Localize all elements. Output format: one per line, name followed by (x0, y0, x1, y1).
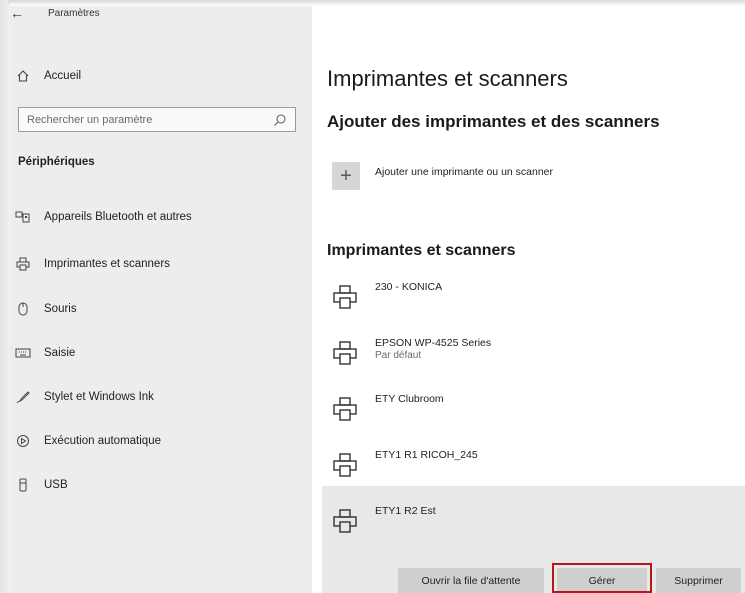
home-icon (12, 68, 34, 84)
sidebar-item-autoplay[interactable]: Exécution automatique (12, 433, 161, 449)
printer-list-item[interactable]: EPSON WP-4525 Series Par défaut (327, 328, 727, 378)
mouse-icon (12, 301, 34, 317)
sidebar-item-label: Exécution automatique (44, 435, 161, 447)
printer-icon (333, 285, 357, 309)
printer-name: ETY1 R1 RICOH_245 (375, 449, 478, 461)
printer-list-item[interactable]: ETY Clubroom (327, 384, 727, 434)
manage-button-highlight (552, 563, 652, 593)
printer-status: Par défaut (375, 350, 422, 361)
printer-icon (333, 341, 357, 365)
printer-list-title: Imprimantes et scanners (327, 242, 516, 259)
search-icon[interactable] (273, 113, 287, 127)
printer-list-item-selected[interactable]: ETY1 R2 Est (327, 496, 727, 546)
sidebar-item-label: Appareils Bluetooth et autres (44, 211, 192, 223)
section-title: Périphériques (18, 156, 95, 168)
printer-name: ETY1 R2 Est (375, 505, 436, 517)
printer-name: 230 - KONICA (375, 281, 443, 293)
add-section-title: Ajouter des imprimantes et des scanners (327, 112, 660, 131)
add-printer-label[interactable]: Ajouter une imprimante ou un scanner (375, 166, 553, 178)
pen-icon (12, 389, 34, 405)
printer-name: EPSON WP-4525 Series (375, 337, 492, 349)
open-queue-button[interactable]: Ouvrir la file d'attente (398, 568, 544, 593)
printer-list-item[interactable]: ETY1 R1 RICOH_245 (327, 440, 727, 490)
window-title: Paramètres (48, 7, 100, 19)
printer-icon (333, 509, 357, 533)
search-input[interactable] (27, 113, 267, 126)
plus-icon: + (340, 164, 352, 187)
sidebar-item-label: USB (44, 479, 68, 491)
sidebar-item-label: Saisie (44, 347, 76, 359)
printer-list-item[interactable]: 230 - KONICA (327, 272, 727, 322)
page-title: Imprimantes et scanners (327, 66, 568, 91)
sidebar-item-bluetooth[interactable]: Appareils Bluetooth et autres (12, 209, 192, 225)
sidebar-item-usb[interactable]: USB (12, 477, 68, 493)
usb-icon (12, 477, 34, 493)
sidebar-item-label: Accueil (44, 70, 82, 82)
printer-name: ETY Clubroom (375, 393, 444, 405)
printer-icon (333, 397, 357, 421)
sidebar-item-printers[interactable]: Imprimantes et scanners (12, 256, 170, 272)
keyboard-icon (12, 345, 34, 361)
sidebar-item-label: Souris (44, 303, 77, 315)
add-printer-button[interactable]: + (332, 162, 360, 190)
remove-button[interactable]: Supprimer (656, 568, 741, 593)
printer-icon (333, 453, 357, 477)
sidebar (10, 6, 312, 593)
sidebar-item-label: Stylet et Windows Ink (44, 391, 154, 403)
main-content: Imprimantes et scanners Ajouter des impr… (312, 6, 745, 593)
window-edge (0, 0, 10, 593)
autoplay-icon (12, 433, 34, 449)
title-bar: ← Paramètres (10, 0, 100, 26)
settings-window: ← Paramètres Accueil Périphériques Appar… (0, 0, 745, 593)
sidebar-item-pen[interactable]: Stylet et Windows Ink (12, 389, 154, 405)
sidebar-item-home[interactable]: Accueil (12, 68, 81, 84)
sidebar-item-label: Imprimantes et scanners (44, 258, 170, 270)
bluetooth-devices-icon (12, 209, 34, 225)
search-input-container[interactable] (18, 107, 296, 132)
back-arrow-icon[interactable]: ← (10, 5, 32, 21)
sidebar-item-typing[interactable]: Saisie (12, 345, 75, 361)
printer-icon (12, 256, 34, 272)
sidebar-item-mouse[interactable]: Souris (12, 301, 77, 317)
